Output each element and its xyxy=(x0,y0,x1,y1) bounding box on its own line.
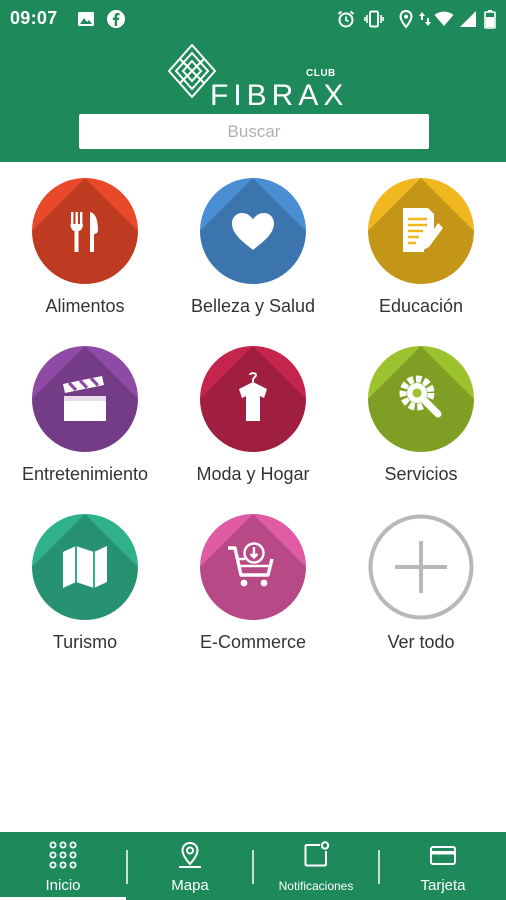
category-circle xyxy=(368,178,474,284)
category-label: Educación xyxy=(378,296,464,316)
category-label: Belleza y Salud xyxy=(190,296,316,316)
category-grid: Alimentos Belleza y Salud Educación Entr… xyxy=(0,162,506,832)
nav-tab-label: Mapa xyxy=(171,877,209,894)
data-arrows-icon xyxy=(419,12,431,26)
category-circle xyxy=(200,178,306,284)
category-educacion[interactable]: Educación xyxy=(337,178,505,317)
category-turismo[interactable]: Turismo xyxy=(1,514,169,653)
category-alimentos[interactable]: Alimentos xyxy=(1,178,169,317)
credit-card-icon xyxy=(430,846,456,865)
battery-icon xyxy=(484,10,496,29)
category-label: E-Commerce xyxy=(199,632,306,652)
category-circle xyxy=(32,178,138,284)
vibrate-icon xyxy=(364,10,384,28)
category-servicios[interactable]: Servicios xyxy=(337,346,505,485)
document-pencil-icon xyxy=(403,208,443,252)
heart-icon xyxy=(232,213,274,250)
category-label: Entretenimiento xyxy=(21,464,149,484)
nav-tab-tarjeta[interactable]: Tarjeta xyxy=(380,832,506,900)
signal-icon xyxy=(460,11,476,27)
shopping-cart-icon xyxy=(228,542,274,587)
gear-wrench-icon xyxy=(399,375,442,418)
category-circle xyxy=(368,514,474,620)
dress-hanger-icon xyxy=(239,372,267,421)
alarm-icon xyxy=(337,10,355,28)
category-circle xyxy=(368,346,474,452)
category-circle xyxy=(32,514,138,620)
nav-tab-inicio[interactable]: Inicio xyxy=(0,832,126,900)
category-label: Turismo xyxy=(52,632,118,652)
category-ver-todo[interactable]: Ver todo xyxy=(337,514,505,653)
facebook-icon xyxy=(107,10,125,28)
status-time: 09:07 xyxy=(10,8,58,28)
brand-name: FIBRAX xyxy=(210,79,349,112)
brand-club-label: CLUB xyxy=(306,68,336,79)
wifi-icon xyxy=(434,11,454,26)
category-belleza-salud[interactable]: Belleza y Salud xyxy=(169,178,337,317)
category-circle xyxy=(200,514,306,620)
notification-icon xyxy=(304,841,330,867)
bottom-navigation: Inicio Mapa Notificaciones Tarjeta xyxy=(0,832,506,900)
category-entretenimiento[interactable]: Entretenimiento xyxy=(1,346,169,485)
plus-icon xyxy=(368,514,474,620)
nav-tab-mapa[interactable]: Mapa xyxy=(128,832,252,900)
category-ecommerce[interactable]: E-Commerce xyxy=(169,514,337,653)
category-label: Servicios xyxy=(384,464,458,484)
map-pin-icon xyxy=(179,841,201,868)
category-circle xyxy=(32,346,138,452)
nav-tab-label: Inicio xyxy=(45,877,81,894)
nav-tab-label: Notificaciones xyxy=(278,879,354,893)
search-input[interactable] xyxy=(79,114,429,149)
clapperboard-icon xyxy=(63,376,106,421)
grid-dots-icon xyxy=(49,841,77,869)
category-moda-hogar[interactable]: Moda y Hogar xyxy=(169,346,337,485)
category-circle xyxy=(200,346,306,452)
image-icon xyxy=(78,12,94,26)
status-bar: 09:07 xyxy=(0,0,506,38)
map-icon xyxy=(63,546,107,588)
location-icon xyxy=(399,9,413,29)
category-label: Ver todo xyxy=(387,632,455,652)
category-label: Moda y Hogar xyxy=(196,464,310,484)
fork-knife-icon xyxy=(70,212,98,252)
category-label: Alimentos xyxy=(45,296,125,316)
app-header: CLUB FIBRAX xyxy=(0,38,506,162)
nav-tab-label: Tarjeta xyxy=(420,877,466,894)
nav-tab-notificaciones[interactable]: Notificaciones xyxy=(254,832,378,900)
